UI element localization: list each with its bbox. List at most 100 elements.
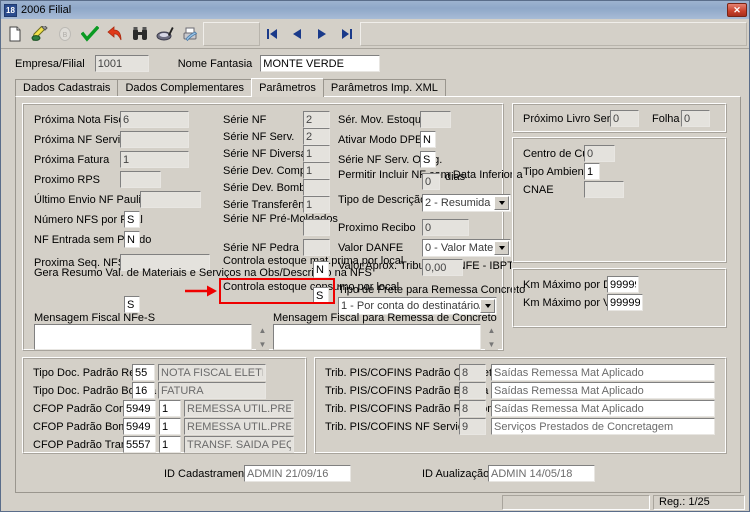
scroll-up-icon[interactable]: ▲ bbox=[485, 324, 498, 336]
serie-dev-compra-input[interactable] bbox=[303, 162, 330, 179]
proxima-nf-servico-input[interactable] bbox=[120, 131, 189, 148]
proximo-livro-servico-input[interactable] bbox=[610, 110, 639, 127]
proximo-rps-label: Proximo RPS bbox=[34, 174, 101, 186]
id-atualizacao-input[interactable] bbox=[488, 465, 595, 482]
window-title: 2006 Filial bbox=[21, 4, 72, 16]
serie-nf-pre-moldados-input[interactable] bbox=[303, 219, 330, 236]
serie-transferencia-input[interactable] bbox=[303, 196, 330, 213]
trib-nf-servico-code[interactable] bbox=[459, 418, 486, 435]
ultimo-envio-nf-paulista-label: Último Envio NF Paulista bbox=[34, 194, 156, 206]
tab-dados-complementares[interactable]: Dados Complementares bbox=[117, 79, 253, 96]
tipo-doc-padrao-rem-desc[interactable] bbox=[158, 364, 266, 381]
numero-nfs-por-filial-input[interactable] bbox=[124, 211, 140, 228]
trib-padrao-ret-bom-desc[interactable] bbox=[491, 400, 715, 417]
trib-padrao-bomba-code[interactable] bbox=[459, 382, 486, 399]
mensagem-fiscal-concreto-label: Mensagem Fiscal para Remessa de Concreto bbox=[273, 312, 497, 324]
proximo-rps-input[interactable] bbox=[120, 171, 161, 188]
mensagem-fiscal-nfes-scrollbar[interactable]: ▲ ▼ bbox=[256, 324, 269, 350]
serie-nf-input[interactable] bbox=[303, 111, 330, 128]
svg-text:B: B bbox=[63, 32, 68, 39]
cfop-padrao-transf-desc[interactable] bbox=[184, 436, 294, 453]
cfop-padrao-transf-sub[interactable] bbox=[159, 436, 181, 453]
edit-brush-icon[interactable] bbox=[28, 22, 52, 46]
proxima-fatura-label: Próxima Fatura bbox=[34, 154, 110, 166]
nav-last-icon[interactable] bbox=[335, 22, 359, 46]
mensagem-fiscal-nfes-memo[interactable] bbox=[34, 324, 252, 350]
tab-parametros-imp-xml[interactable]: Parâmetros Imp. XML bbox=[322, 79, 446, 96]
trib-nf-servico-desc[interactable] bbox=[491, 418, 715, 435]
serie-nf-serv-obrig-input[interactable] bbox=[420, 151, 436, 168]
trib-padrao-concreto-desc[interactable] bbox=[491, 364, 715, 381]
trib-padrao-concreto-code[interactable] bbox=[459, 364, 486, 381]
tipo-doc-padrao-bomba-code[interactable] bbox=[132, 382, 155, 399]
tab-dados-cadastrais[interactable]: Dados Cadastrais bbox=[15, 79, 119, 96]
filial-window: 18 2006 Filial ✕ B Empresa/Filial 1001 N… bbox=[0, 0, 750, 512]
close-button[interactable]: ✕ bbox=[727, 3, 747, 17]
nf-entrada-sem-pedido-input[interactable] bbox=[124, 231, 140, 248]
ser-mov-estoque-input[interactable] bbox=[420, 111, 451, 128]
scroll-up-icon[interactable]: ▲ bbox=[256, 324, 269, 336]
trib-padrao-ret-bom-code[interactable] bbox=[459, 400, 486, 417]
empresa-filial-input[interactable] bbox=[94, 55, 149, 72]
controla-estoque-materia-prima-input[interactable] bbox=[313, 261, 329, 278]
serie-nf-diversas-input[interactable] bbox=[303, 145, 330, 162]
chevron-down-icon[interactable] bbox=[494, 241, 509, 255]
cfop-padrao-concreto-desc[interactable] bbox=[184, 400, 294, 417]
folha-input[interactable] bbox=[681, 110, 710, 127]
valor-danfe-combo[interactable]: 0 - Valor Material bbox=[422, 239, 511, 257]
controla-estoque-consumo-input[interactable] bbox=[313, 287, 329, 304]
cfop-padrao-bomba-sub[interactable] bbox=[159, 418, 181, 435]
permitir-incluir-nf-suffix: dias bbox=[445, 171, 466, 183]
binoculars-search-icon[interactable] bbox=[128, 22, 152, 46]
title-bar: 18 2006 Filial ✕ bbox=[1, 1, 749, 19]
permitir-incluir-nf-input[interactable] bbox=[422, 173, 440, 190]
valor-aprox-tributos-label: Valor Aprox. Tributos DANFE - IBPT bbox=[338, 260, 514, 272]
serie-nf-serv-input[interactable] bbox=[303, 128, 330, 145]
print-preview-icon[interactable] bbox=[153, 22, 177, 46]
undo-arrow-icon[interactable] bbox=[103, 22, 127, 46]
new-icon[interactable] bbox=[3, 22, 27, 46]
nav-next-icon[interactable] bbox=[310, 22, 334, 46]
cfop-padrao-transf-code[interactable] bbox=[123, 436, 156, 453]
ativar-modo-dpec-input[interactable] bbox=[420, 131, 436, 148]
chevron-down-icon[interactable] bbox=[480, 299, 495, 313]
scroll-down-icon[interactable]: ▼ bbox=[256, 338, 269, 350]
cfop-padrao-concreto-sub[interactable] bbox=[159, 400, 181, 417]
tipo-ambiente-input[interactable] bbox=[584, 163, 600, 180]
valor-aprox-tributos-input[interactable] bbox=[422, 259, 463, 276]
mensagem-fiscal-concreto-memo[interactable] bbox=[273, 324, 481, 350]
nome-fantasia-input[interactable] bbox=[260, 55, 381, 72]
chevron-down-icon[interactable] bbox=[494, 196, 509, 210]
proxima-fatura-input[interactable] bbox=[120, 151, 189, 168]
tipo-frete-remessa-concreto-label: Tipo de Frete para Remessa Concreto bbox=[338, 284, 526, 296]
cfop-padrao-concreto-code[interactable] bbox=[123, 400, 156, 417]
km-maximo-por-viagem-input[interactable] bbox=[607, 294, 643, 311]
printer-icon[interactable] bbox=[178, 22, 202, 46]
cfop-padrao-bomba-code[interactable] bbox=[123, 418, 156, 435]
proximo-recibo-input[interactable] bbox=[422, 219, 469, 236]
serie-dev-bomba-input[interactable] bbox=[303, 179, 330, 196]
valor-danfe-value: 0 - Valor Material bbox=[425, 242, 494, 254]
confirm-check-icon[interactable] bbox=[78, 22, 102, 46]
mensagem-fiscal-concreto-scrollbar[interactable]: ▲ ▼ bbox=[485, 324, 498, 350]
tipo-doc-padrao-bomba-desc[interactable] bbox=[158, 382, 266, 399]
id-cadastramento-input[interactable] bbox=[244, 465, 351, 482]
cfop-padrao-bomba-desc[interactable] bbox=[184, 418, 294, 435]
km-maximo-por-dia-input[interactable] bbox=[607, 276, 639, 293]
proxima-nf-servico-label: Próxima NF Serviço bbox=[34, 134, 132, 146]
tipo-descricao-nf-servico-combo[interactable]: 2 - Resumida bbox=[422, 194, 511, 212]
tipo-doc-padrao-rem-code[interactable] bbox=[132, 364, 155, 381]
centro-de-custo-input[interactable] bbox=[584, 145, 615, 162]
trib-padrao-bomba-desc[interactable] bbox=[491, 382, 715, 399]
permitir-incluir-nf-label: Permitir Incluir NF com Data Inferior a bbox=[338, 169, 523, 181]
nav-prev-icon[interactable] bbox=[285, 22, 309, 46]
ultimo-envio-nf-paulista-input[interactable] bbox=[140, 191, 201, 208]
tab-parametros[interactable]: Parâmetros bbox=[251, 78, 324, 97]
nav-first-icon[interactable] bbox=[260, 22, 284, 46]
header-row: Empresa/Filial Nome Fantasia bbox=[1, 49, 749, 72]
cnae-input[interactable] bbox=[584, 181, 624, 198]
scroll-down-icon[interactable]: ▼ bbox=[485, 338, 498, 350]
proxima-nota-fiscal-input[interactable] bbox=[120, 111, 189, 128]
serie-nf-pedra-input[interactable] bbox=[303, 239, 330, 256]
gera-resumo-input[interactable] bbox=[124, 296, 140, 313]
